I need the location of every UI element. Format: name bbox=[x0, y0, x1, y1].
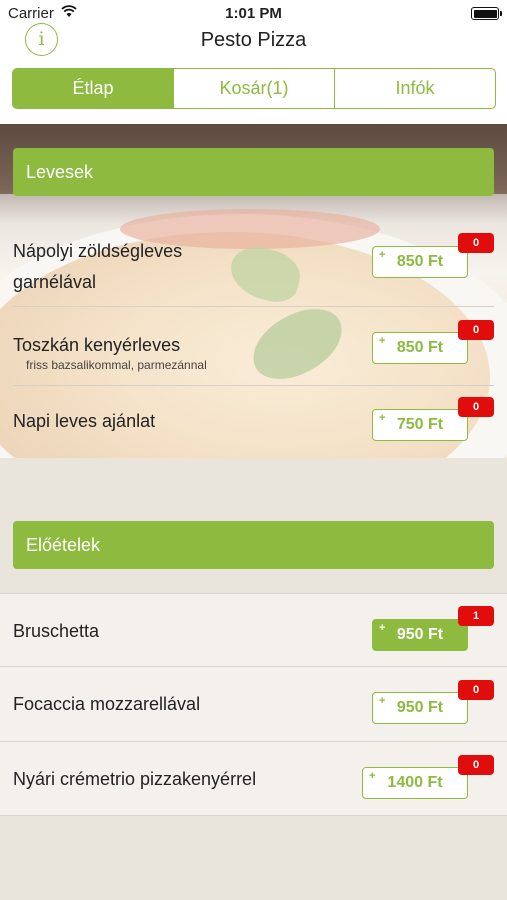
list-item[interactable]: Napi leves ajánlat + 750 Ft 0 bbox=[0, 387, 507, 457]
tab-etlap[interactable]: Étlap bbox=[13, 69, 173, 108]
status-bar: Carrier 1:01 PM bbox=[0, 0, 507, 26]
item-name: Toszkán kenyérleves bbox=[13, 335, 181, 355]
item-subtitle: friss bazsalikommal, parmezánnal bbox=[26, 358, 207, 372]
tab-infok[interactable]: Infók bbox=[334, 69, 495, 108]
item-name-line2: garnélával bbox=[13, 272, 97, 292]
tab-kosar[interactable]: Kosár(1) bbox=[173, 69, 334, 108]
list-item[interactable]: Bruschetta + 950 Ft 1 bbox=[0, 593, 507, 667]
battery-icon bbox=[471, 7, 502, 20]
item-name: Focaccia mozzarellával bbox=[13, 694, 201, 714]
plus-icon: + bbox=[379, 412, 386, 424]
price-label: 950 Ft bbox=[396, 699, 444, 716]
add-to-cart-button[interactable]: + 950 Ft bbox=[372, 619, 468, 651]
price-label: 850 Ft bbox=[396, 339, 444, 356]
list-item[interactable]: Toszkán kenyérleves friss bazsalikommal,… bbox=[0, 308, 507, 383]
clock: 1:01 PM bbox=[225, 5, 282, 22]
item-name: Napi leves ajánlat bbox=[13, 411, 156, 431]
item-name: Nyári crémetrio pizzakenyérrel bbox=[13, 769, 257, 789]
plus-icon: + bbox=[369, 770, 376, 782]
price-label: 1400 Ft bbox=[387, 774, 443, 791]
plus-icon: + bbox=[379, 695, 386, 707]
quantity-badge: 1 bbox=[458, 606, 494, 626]
list-item[interactable]: Nápolyi zöldségleves garnélával + 850 Ft… bbox=[0, 222, 507, 304]
quantity-badge: 0 bbox=[458, 397, 494, 417]
page-title: Pesto Pizza bbox=[200, 29, 307, 51]
add-to-cart-button[interactable]: + 950 Ft bbox=[372, 692, 468, 724]
list-item[interactable]: Nyári crémetrio pizzakenyérrel + 1400 Ft… bbox=[0, 742, 507, 816]
divider bbox=[13, 385, 494, 386]
item-name: Nápolyi zöldségleves garnélával bbox=[13, 236, 182, 298]
divider bbox=[13, 306, 494, 307]
add-to-cart-button[interactable]: + 850 Ft bbox=[372, 332, 468, 364]
add-to-cart-button[interactable]: + 850 Ft bbox=[372, 246, 468, 278]
quantity-badge: 0 bbox=[458, 755, 494, 775]
segmented-tabs: Étlap Kosár(1) Infók bbox=[12, 68, 496, 109]
quantity-badge: 0 bbox=[458, 680, 494, 700]
plus-icon: + bbox=[379, 335, 386, 347]
item-name-line1: Nápolyi zöldségleves bbox=[13, 241, 183, 261]
price-label: 950 Ft bbox=[396, 626, 444, 643]
quantity-badge: 0 bbox=[458, 233, 494, 253]
quantity-badge: 0 bbox=[458, 320, 494, 340]
add-to-cart-button[interactable]: + 1400 Ft bbox=[362, 767, 468, 799]
item-name: Bruschetta bbox=[13, 621, 100, 641]
plus-icon: + bbox=[379, 249, 386, 261]
section-header-levesek[interactable]: Levesek bbox=[13, 148, 494, 196]
navigation-bar: i Pesto Pizza Étlap Kosár(1) Infók bbox=[0, 23, 507, 124]
section-header-eloetelek[interactable]: Előételek bbox=[13, 521, 494, 569]
add-to-cart-button[interactable]: + 750 Ft bbox=[372, 409, 468, 441]
price-label: 750 Ft bbox=[396, 416, 444, 433]
price-label: 850 Ft bbox=[396, 253, 444, 270]
plus-icon: + bbox=[379, 622, 386, 634]
list-item[interactable]: Focaccia mozzarellával + 950 Ft 0 bbox=[0, 667, 507, 742]
